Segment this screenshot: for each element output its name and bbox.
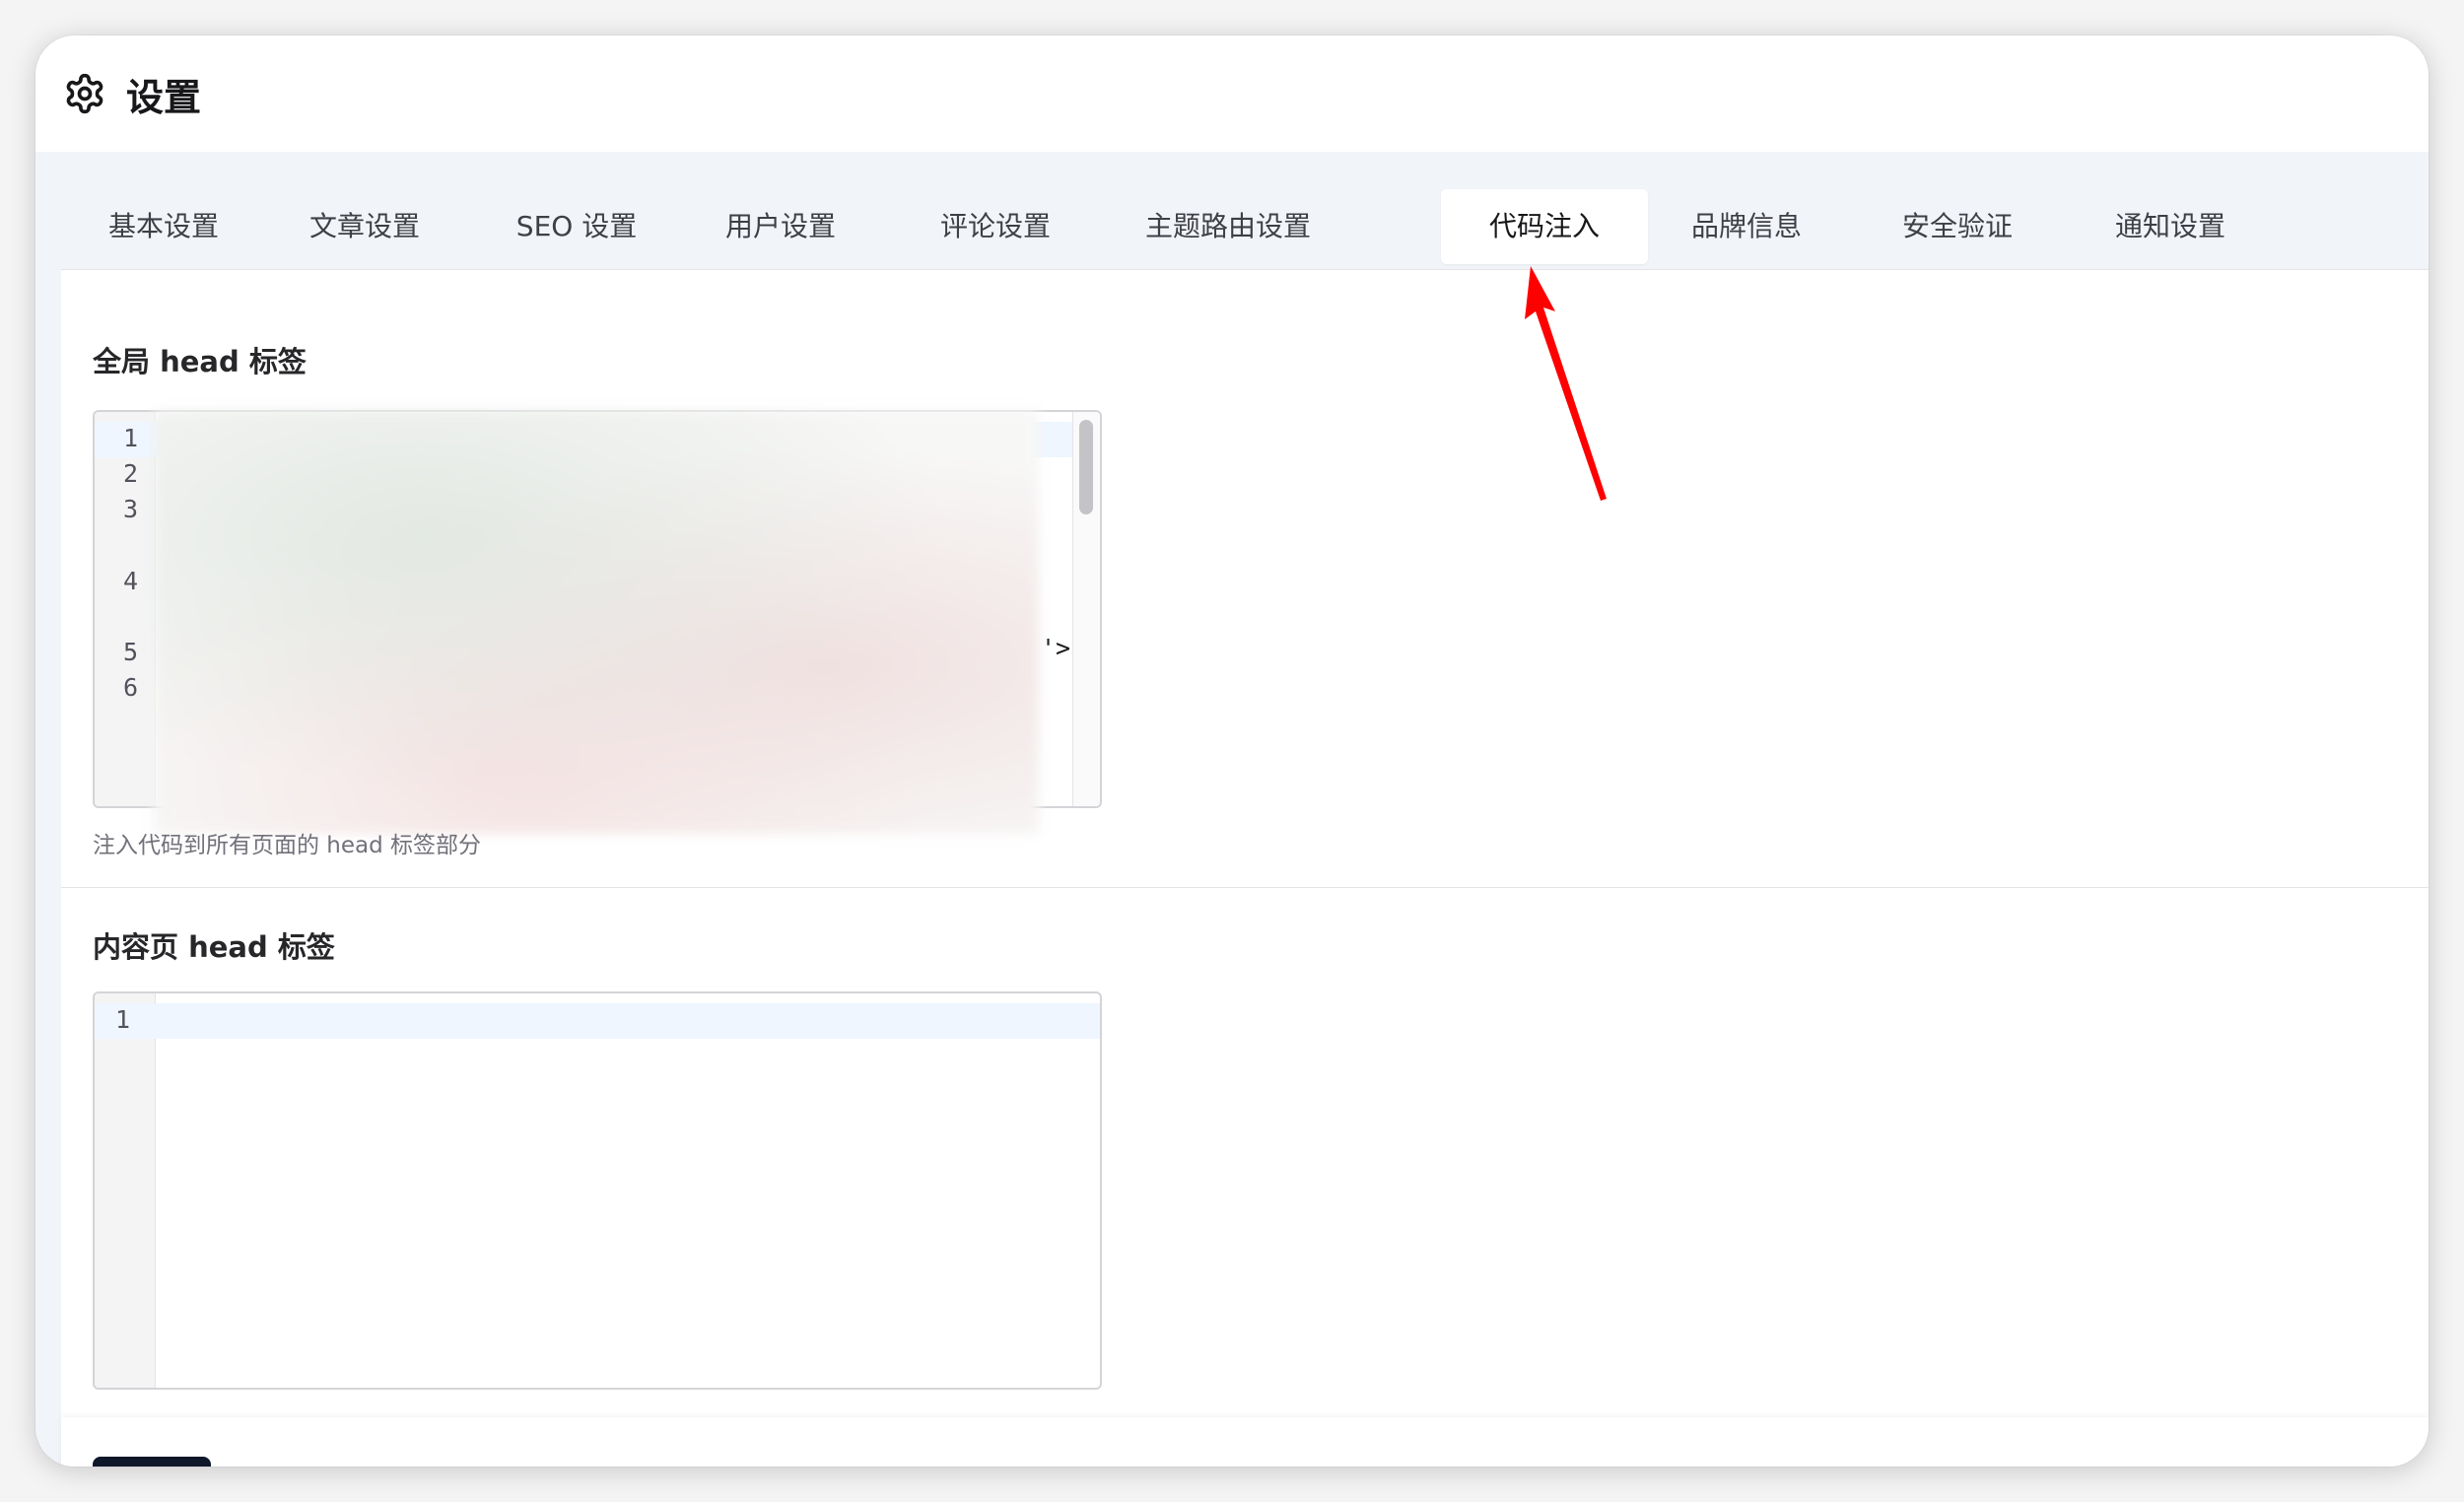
line-number: 3 [122, 495, 138, 523]
line-number: 5 [122, 638, 138, 666]
settings-card: 基本设置 文章设置 SEO 设置 用户设置 评论设置 主题路由设置 代码注入 品… [61, 183, 2429, 1467]
section-divider [61, 887, 2429, 888]
line-number: 1 [122, 424, 138, 452]
content-head-editor[interactable]: 1 [93, 991, 1102, 1390]
line-gutter [95, 993, 156, 1388]
editor-scrollbar[interactable] [1072, 412, 1100, 806]
scroll-thumb[interactable] [1079, 420, 1093, 514]
page-header: 设置 [35, 35, 2429, 152]
tab-user[interactable]: 用户设置 [712, 189, 850, 264]
line-number: 2 [122, 459, 138, 488]
global-head-title: 全局 head 标签 [93, 345, 307, 378]
tab-security[interactable]: 安全验证 [1888, 189, 2026, 264]
tab-brand[interactable]: 品牌信息 [1677, 189, 1815, 264]
content-head-title: 内容页 head 标签 [93, 930, 335, 964]
redacted-blur [154, 410, 1039, 834]
gear-icon [66, 73, 103, 114]
tab-comment[interactable]: 评论设置 [926, 189, 1064, 264]
settings-tabs: 基本设置 文章设置 SEO 设置 用户设置 评论设置 主题路由设置 代码注入 品… [61, 183, 2429, 270]
tab-notification[interactable]: 通知设置 [2101, 189, 2239, 264]
code-fragment: '> [1041, 634, 1071, 662]
save-button[interactable]: 保存 [93, 1457, 211, 1467]
line-number: 4 [122, 567, 138, 595]
global-head-hint: 注入代码到所有页面的 head 标签部分 [93, 833, 482, 858]
footer-bar: 保存 [61, 1417, 2429, 1467]
page-title: 设置 [126, 75, 202, 119]
line-number: 1 [114, 1005, 130, 1034]
tab-theme-route[interactable]: 主题路由设置 [1129, 189, 1327, 264]
tab-basic[interactable]: 基本设置 [95, 189, 233, 264]
settings-window: 设置 基本设置 文章设置 SEO 设置 用户设置 评论设置 主题路由设置 代码注… [35, 35, 2429, 1467]
line-number: 6 [122, 673, 138, 702]
tab-post[interactable]: 文章设置 [296, 189, 434, 264]
active-line-highlight [95, 1003, 1100, 1039]
tab-seo[interactable]: SEO 设置 [503, 189, 650, 264]
tab-code-injection[interactable]: 代码注入 [1441, 189, 1648, 264]
